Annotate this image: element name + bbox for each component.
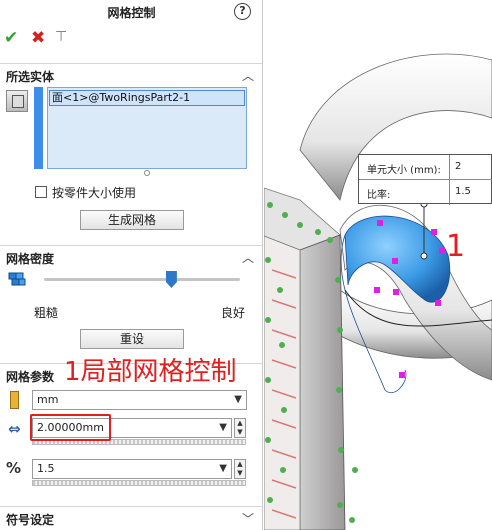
ok-check-icon[interactable]: ✔ — [4, 28, 18, 48]
ratio-icon: % — [6, 459, 22, 477]
pin-icon[interactable]: ⊣ — [54, 30, 70, 42]
list-resize-handle[interactable] — [144, 170, 150, 176]
collapse-chevron-icon[interactable]: ︿ — [242, 249, 254, 266]
model-view — [264, 53, 492, 530]
help-icon[interactable]: ? — [234, 3, 251, 20]
mesh-density-icon — [8, 272, 26, 286]
element-size-icon: ⇔ — [8, 420, 21, 438]
expand-chevron-icon[interactable]: ﹀ — [242, 510, 254, 527]
callout-separator — [449, 180, 450, 205]
collapse-chevron-icon[interactable]: ︿ — [242, 67, 254, 84]
use-part-size-label: 按零件大小使用 — [52, 186, 137, 200]
unit-select[interactable]: mm ▼ — [32, 390, 247, 410]
section-mesh-density-title: 网格密度 — [6, 252, 55, 266]
section-mesh-density[interactable]: 网格密度 ︿ — [0, 245, 263, 267]
section-symbol-settings-title: 符号设定 — [6, 513, 55, 527]
callout-row-ratio: 比率: 1.5 — [359, 180, 492, 205]
ratio-stepper[interactable]: ▲ ▼ — [234, 459, 246, 479]
section-symbol-settings[interactable]: 符号设定 ﹀ — [0, 506, 263, 528]
highlight-box — [30, 414, 111, 441]
callout-element-size-value: 2 — [455, 161, 462, 172]
annotation-text: 1局部网格控制 — [64, 357, 237, 387]
chevron-down-icon[interactable]: ▼ — [234, 391, 242, 409]
chevron-down-icon[interactable]: ▼ — [219, 460, 227, 478]
list-item[interactable]: 面<1>@TwoRingsPart2-1 — [49, 90, 245, 106]
mesh-density-slider-track[interactable] — [44, 278, 240, 281]
reset-button[interactable]: 重设 — [80, 329, 184, 349]
use-part-size-checkbox[interactable] — [35, 186, 47, 198]
callout-ratio-label: 比率: — [367, 190, 391, 201]
leader-point — [420, 252, 428, 260]
cancel-x-icon[interactable]: ✖ — [31, 28, 45, 48]
element-size-stepper[interactable]: ▲ ▼ — [234, 418, 246, 438]
annotation-marker: 1 — [446, 229, 466, 264]
selected-entities-list[interactable]: 面<1>@TwoRingsPart2-1 — [47, 87, 247, 169]
coarse-label: 粗糙 — [34, 306, 59, 320]
ratio-thumbwheel[interactable] — [32, 480, 246, 486]
mesh-density-slider-thumb[interactable] — [165, 271, 177, 288]
create-mesh-button[interactable]: 生成网格 — [80, 210, 184, 230]
callout-row-element-size: 单元大小 (mm): 2 — [359, 155, 492, 180]
mesh-control-callout[interactable]: 单元大小 (mm): 2 比率: 1.5 — [358, 154, 492, 205]
panel-title: 网格控制 — [107, 6, 156, 20]
callout-ratio-value: 1.5 — [455, 186, 471, 197]
selection-focus-strip — [34, 87, 43, 169]
graphics-viewport[interactable] — [264, 0, 492, 530]
plate-left — [264, 235, 301, 530]
solid-body-icon — [6, 90, 28, 112]
unit-value: mm — [37, 393, 59, 406]
ruler-icon — [10, 391, 19, 409]
callout-element-size-label: 单元大小 (mm): — [367, 165, 441, 176]
callout-separator — [449, 155, 450, 180]
mesh-control-property-manager: 网格控制 ? ✔ ✖ ⊣ 所选实体 ︿ 面<1>@TwoRingsPart2-1… — [0, 0, 263, 530]
ratio-value: 1.5 — [37, 462, 55, 475]
chevron-down-icon[interactable]: ▼ — [219, 419, 227, 437]
section-selected-entities-title: 所选实体 — [6, 70, 55, 84]
section-mesh-parameters-title: 网格参数 — [6, 370, 55, 384]
ratio-field[interactable]: 1.5 ▼ — [32, 459, 232, 479]
fine-label: 良好 — [221, 306, 246, 320]
section-selected-entities[interactable]: 所选实体 ︿ — [0, 63, 263, 85]
